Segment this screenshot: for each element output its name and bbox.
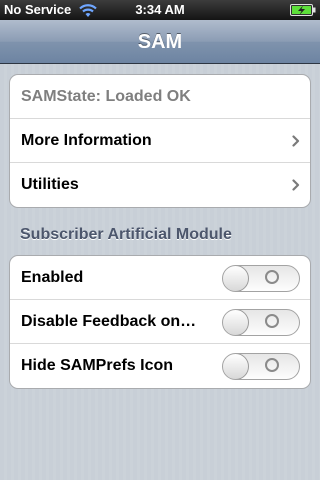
enabled-toggle[interactable]: [222, 265, 300, 292]
chevron-right-icon: [292, 135, 300, 147]
toggle-off-icon: [265, 358, 279, 372]
section-header: Subscriber Artificial Module: [20, 226, 232, 243]
enabled-label: Enabled: [21, 269, 84, 286]
enabled-row: Enabled: [10, 256, 310, 300]
hide-samprefs-icon-row: Hide SAMPrefs Icon: [10, 344, 310, 388]
utilities-row[interactable]: Utilities: [10, 163, 310, 207]
settings-group: Enabled Disable Feedback on… Hide SAMPre…: [9, 255, 311, 389]
disable-feedback-row: Disable Feedback on…: [10, 300, 310, 344]
battery-charging-icon: [290, 4, 316, 16]
toggle-knob: [223, 310, 249, 335]
status-bar: No Service 3:34 AM: [0, 0, 320, 20]
utilities-label: Utilities: [21, 176, 79, 193]
hide-samprefs-icon-toggle[interactable]: [222, 353, 300, 380]
disable-feedback-toggle[interactable]: [222, 309, 300, 336]
status-time: 3:34 AM: [135, 2, 185, 17]
toggle-knob: [223, 266, 249, 291]
toggle-off-icon: [265, 314, 279, 328]
more-information-label: More Information: [21, 132, 152, 149]
toggle-off-icon: [265, 270, 279, 284]
samstate-row: SAMState: Loaded OK: [10, 75, 310, 119]
chevron-right-icon: [292, 179, 300, 191]
toggle-knob: [223, 354, 249, 379]
more-information-row[interactable]: More Information: [10, 119, 310, 163]
info-group: SAMState: Loaded OK More Information Uti…: [9, 74, 311, 208]
navigation-bar: SAM: [0, 20, 320, 64]
disable-feedback-label: Disable Feedback on…: [21, 313, 197, 330]
page-title: SAM: [137, 31, 183, 53]
hide-samprefs-icon-label: Hide SAMPrefs Icon: [21, 357, 174, 374]
samstate-label: SAMState: Loaded OK: [21, 88, 191, 105]
